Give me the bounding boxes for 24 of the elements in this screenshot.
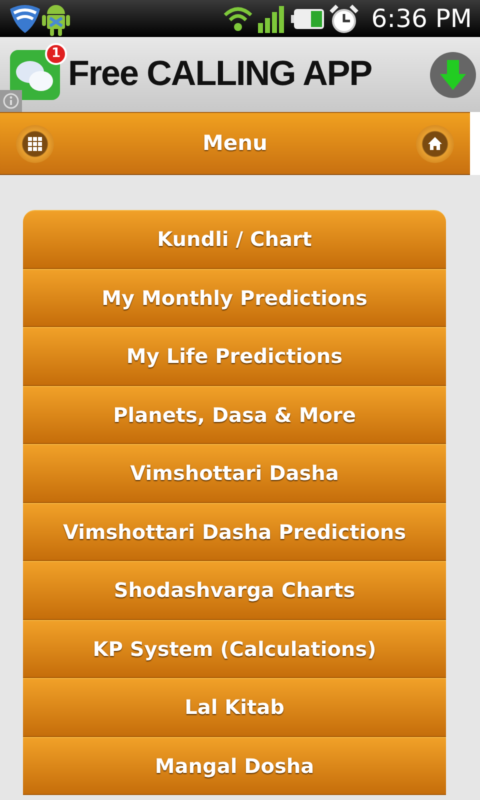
home-button[interactable] [416,124,454,162]
grid-menu-button[interactable] [16,124,54,162]
home-icon [428,137,442,150]
menu-item[interactable]: Kundli / Chart [23,210,446,268]
menu-item[interactable]: Shodashvarga Charts [23,561,446,620]
menu-item[interactable]: Lal Kitab [23,678,446,736]
menu-item[interactable]: Vimshottari Dasha [23,444,446,502]
menu-item[interactable]: Vimshottari Dasha Predictions [23,502,446,561]
notification-badge: 1 [45,43,67,65]
menu-item[interactable]: Mangal Dosha [23,736,446,795]
menu-item[interactable]: My Life Predictions [23,327,446,386]
battery-icon [291,8,326,30]
alarm-clock-icon [329,4,360,34]
chat-app-icon [10,50,60,100]
shield-icon [8,2,42,34]
menu-item[interactable]: KP System (Calculations) [23,620,446,678]
menu-item[interactable]: Planets, Dasa & More [23,386,446,444]
status-time: 6:36 PM [371,2,472,35]
ad-text: Free CALLING APP [68,53,372,96]
header-title: Menu [202,130,268,157]
grid-icon [28,136,42,150]
wifi-icon [223,4,254,32]
menu-item[interactable]: My Monthly Predictions [23,268,446,327]
download-icon [430,52,476,98]
